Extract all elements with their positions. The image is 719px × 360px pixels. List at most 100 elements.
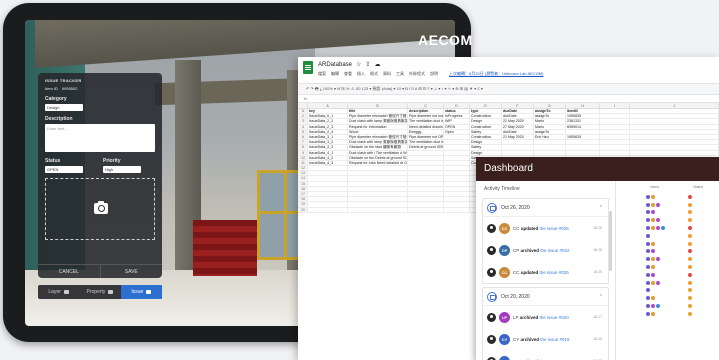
table-cell[interactable] <box>600 109 630 114</box>
table-cell[interactable] <box>308 166 348 171</box>
tab-issue[interactable]: Issue <box>120 285 162 299</box>
table-cell[interactable] <box>630 134 719 140</box>
row-number[interactable]: 15 <box>298 181 308 186</box>
table-cell[interactable]: IssueData_4_1 <box>308 150 348 155</box>
table-cell[interactable] <box>600 114 630 119</box>
table-cell[interactable]: dueDate <box>502 114 534 119</box>
table-cell[interactable]: Pipe diameter not OPEN <box>408 134 444 140</box>
table-cell[interactable] <box>600 124 630 129</box>
sheet-toolbar[interactable]: ↶ ↷ 🖶 ⤓ 100% ▾ NT$ % .0 .00 123 ▾ 預設 (Ar… <box>298 83 719 95</box>
issue-link[interactable]: the issue #020 <box>539 315 568 320</box>
table-cell[interactable]: dueDate <box>502 129 534 134</box>
table-cell[interactable]: InProgress <box>444 114 470 119</box>
table-cell[interactable] <box>630 150 719 155</box>
menu-item[interactable]: 插入 <box>357 71 365 77</box>
doc-title[interactable]: ARDatabase <box>318 62 352 68</box>
table-cell[interactable] <box>348 171 408 176</box>
menu-item[interactable]: 工具 <box>396 71 404 77</box>
table-cell[interactable]: IssueData_2_3 <box>308 124 348 129</box>
table-cell[interactable]: The ventilation duct is <box>408 119 444 124</box>
table-cell[interactable] <box>348 197 408 202</box>
column-header[interactable]: G <box>534 103 566 108</box>
row-number[interactable]: 5 <box>298 129 308 134</box>
menu-item[interactable]: 外掛程式 <box>409 71 425 77</box>
row-number[interactable]: 12 <box>298 166 308 171</box>
table-cell[interactable] <box>444 145 470 150</box>
menu-item[interactable]: 檔案 <box>318 71 326 77</box>
table-cell[interactable] <box>444 140 470 145</box>
table-cell[interactable] <box>534 140 566 145</box>
row-number[interactable]: 4 <box>298 124 308 129</box>
table-cell[interactable]: itemID <box>566 109 600 114</box>
row-number[interactable]: 9 <box>298 150 308 155</box>
row-number[interactable]: 10 <box>298 155 308 160</box>
corner-cell[interactable] <box>298 103 308 108</box>
column-header[interactable]: H <box>566 103 600 108</box>
table-cell[interactable]: The ventilation duct is WIP <box>408 140 444 145</box>
table-cell[interactable] <box>308 171 348 176</box>
cancel-button[interactable]: CANCEL <box>38 265 100 278</box>
table-cell[interactable] <box>408 181 444 186</box>
row-number[interactable]: 7 <box>298 140 308 145</box>
table-cell[interactable]: title <box>348 109 408 114</box>
table-cell[interactable] <box>600 150 630 155</box>
table-cell[interactable] <box>444 192 470 197</box>
table-cell[interactable]: assignTo <box>534 109 566 114</box>
table-cell[interactable] <box>348 192 408 197</box>
table-cell[interactable] <box>630 129 719 134</box>
description-input[interactable]: Enter text... <box>45 124 155 152</box>
table-cell[interactable] <box>348 181 408 186</box>
activity-item[interactable]: CY CY archived the issue #015 18:25 <box>483 328 608 350</box>
issue-link[interactable]: the issue #025 <box>540 270 569 275</box>
table-cell[interactable] <box>348 186 408 191</box>
row-number[interactable]: 18 <box>298 197 308 202</box>
table-cell[interactable] <box>408 155 444 160</box>
table-cell[interactable]: Debris at ground ISSUED <box>408 145 444 150</box>
table-cell[interactable]: IssueData_4_3 <box>308 160 348 166</box>
table-cell[interactable] <box>444 186 470 191</box>
table-cell[interactable] <box>630 114 719 119</box>
row-number[interactable]: 1 <box>298 109 308 114</box>
table-cell[interactable] <box>408 186 444 191</box>
table-cell[interactable]: Duct clash with lamp 風管與燈具衝突 <box>348 140 408 145</box>
activity-scrollbar[interactable] <box>609 211 612 271</box>
table-cell[interactable]: Open <box>444 129 470 134</box>
table-cell[interactable] <box>408 160 444 166</box>
table-cell[interactable]: IssueData_2_4 <box>308 129 348 134</box>
table-cell[interactable] <box>408 166 444 171</box>
activity-item[interactable]: CC CC updated the issue #025 18:25 <box>483 217 608 239</box>
table-cell[interactable]: Pipe diameter mismatch 管徑尺寸錯 <box>348 134 408 140</box>
table-cell[interactable]: Need detailed drawing <box>408 124 444 129</box>
table-cell[interactable] <box>600 145 630 150</box>
save-button[interactable]: SAVE <box>99 265 163 278</box>
tab-layer[interactable]: Layer <box>38 285 79 299</box>
menu-item[interactable]: 格式 <box>370 71 378 77</box>
table-cell[interactable]: Safety <box>470 129 502 134</box>
row-number[interactable]: 19 <box>298 202 308 207</box>
table-cell[interactable]: IssueData_3_3 <box>308 145 348 150</box>
table-cell[interactable] <box>408 150 444 155</box>
table-cell[interactable]: IssueData_2_2 <box>308 119 348 124</box>
row-number[interactable]: 11 <box>298 160 308 166</box>
table-cell[interactable] <box>444 207 470 212</box>
table-cell[interactable]: assignTo <box>534 129 566 134</box>
photo-dropzone[interactable] <box>45 178 155 240</box>
table-cell[interactable]: Eric Hsu <box>534 134 566 140</box>
table-cell[interactable] <box>600 129 630 134</box>
menu-item[interactable]: 編輯 <box>331 71 339 77</box>
table-cell[interactable] <box>348 202 408 207</box>
row-number[interactable]: 6 <box>298 134 308 140</box>
column-header[interactable]: C <box>408 103 444 108</box>
table-cell[interactable] <box>308 176 348 181</box>
table-cell[interactable]: Design <box>470 140 502 145</box>
table-cell[interactable]: Construction <box>470 124 502 129</box>
table-cell[interactable] <box>308 207 348 212</box>
row-number[interactable]: 17 <box>298 192 308 197</box>
table-cell[interactable] <box>630 119 719 124</box>
table-cell[interactable]: Obstacle on the stair 樓梯有雜物 <box>348 145 408 150</box>
table-cell[interactable] <box>444 134 470 140</box>
status-select[interactable]: OPEN <box>45 166 83 173</box>
table-cell[interactable]: Duct clash with lamp 風管與燈具衝突 <box>348 119 408 124</box>
last-edit-link[interactable]: 上次編輯：5月20日 (瀏覽者：Unknown Lab AECOM) <box>449 71 543 77</box>
table-cell[interactable]: Safety <box>470 145 502 150</box>
